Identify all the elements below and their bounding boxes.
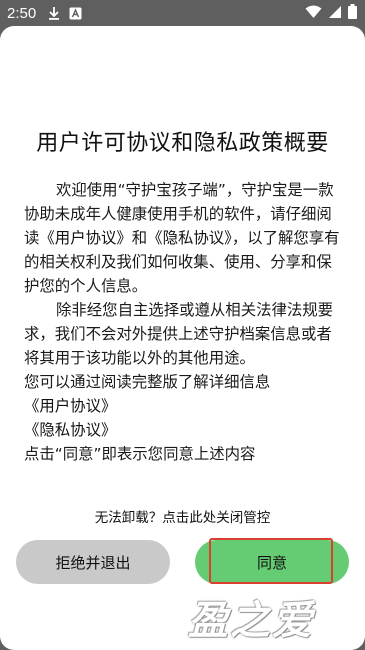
wifi-icon <box>305 5 322 18</box>
disable-control-link[interactable]: 无法卸载？点击此处关闭管控 <box>0 506 365 526</box>
dialog-title: 用户许可协议和隐私政策概要 <box>36 131 329 156</box>
watermark-logo: 盈之爱 <box>188 598 314 644</box>
download-icon <box>49 7 60 20</box>
reject-exit-button[interactable]: 拒绝并退出 <box>16 540 170 584</box>
privacy-policy-link[interactable]: 《隐私协议》 <box>24 418 342 442</box>
intro-paragraph: 欢迎使用“守护宝孩子端”，守护宝是一款协助未成年人健康使用手机的软件，请仔细阅读… <box>24 178 342 298</box>
signal-icon <box>329 5 341 18</box>
data-sharing-paragraph: 除非经您自主选择或遵从相关法律法规要求，我们不会对外提供上述守护档案信息或者将其… <box>24 301 334 367</box>
privacy-policy-inline-link[interactable]: 《隐私协议》 <box>147 229 232 247</box>
battery-icon <box>348 4 357 19</box>
status-notification-icons <box>48 6 82 20</box>
app-notification-icon <box>69 7 82 19</box>
user-agreement-inline-link[interactable]: 《用户协议》 <box>39 229 131 247</box>
privacy-dialog: 用户许可协议和隐私政策概要 欢迎使用“守护宝孩子端”，守护宝是一款协助未成年人健… <box>0 26 365 650</box>
agree-button[interactable]: 同意 <box>195 540 349 584</box>
user-agreement-link[interactable]: 《用户协议》 <box>24 394 342 418</box>
status-bar: 2:50 <box>0 0 365 26</box>
intro-text-and: 和 <box>131 229 148 247</box>
full-version-paragraph: 您可以通过阅读完整版了解详细信息 <box>24 373 271 391</box>
status-time: 2:50 <box>7 4 37 22</box>
consent-note: 点击“同意”即表示您同意上述内容 <box>24 445 256 463</box>
status-system-icons <box>305 4 357 19</box>
dialog-body: 欢迎使用“守护宝孩子端”，守护宝是一款协助未成年人健康使用手机的软件，请仔细阅读… <box>24 178 342 466</box>
